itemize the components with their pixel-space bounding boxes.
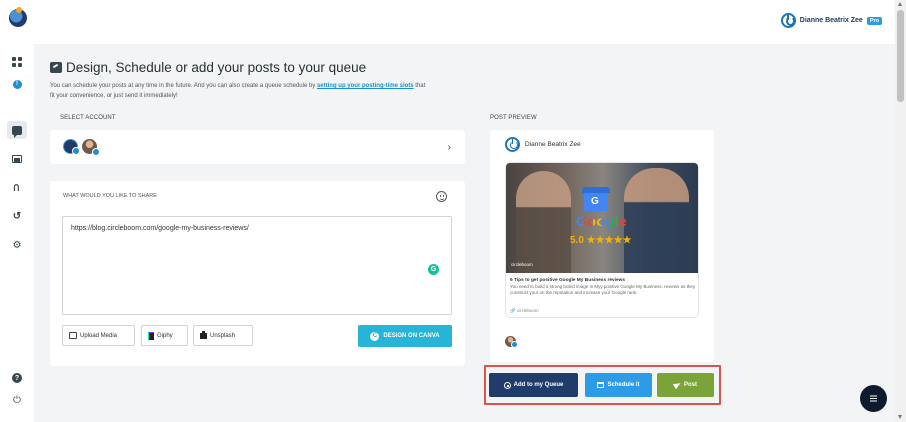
- scroll-down-arrow-icon[interactable]: [898, 415, 902, 419]
- sidebar-item-help[interactable]: ?: [10, 371, 24, 385]
- schedule-it-button[interactable]: Schedule it: [585, 373, 652, 397]
- link-preview-domain: 🔗 circleboom: [510, 308, 539, 313]
- user-menu[interactable]: Dianne Beatrix Zee Pro: [780, 13, 882, 28]
- image-brand: circleboom: [511, 262, 533, 267]
- schedule-it-label: Schedule it: [607, 382, 640, 388]
- user-name: Dianne Beatrix Zee: [799, 17, 863, 24]
- scroll-up-arrow-icon[interactable]: [898, 2, 902, 6]
- top-bar: Dianne Beatrix Zee Pro: [0, 0, 906, 44]
- info-icon: !: [12, 79, 22, 89]
- page-scrollbar[interactable]: [895, 0, 906, 422]
- emoji-picker-icon[interactable]: [436, 191, 447, 202]
- post-button[interactable]: Post: [657, 373, 714, 397]
- queue-icon: [503, 381, 511, 389]
- subtitle-start: You can schedule your posts at any time …: [50, 83, 317, 89]
- link-preview-text: 5 Tips to get positive Google My Busines…: [510, 278, 696, 296]
- account-selector[interactable]: ›: [50, 130, 465, 164]
- chevron-right-icon[interactable]: ›: [448, 142, 451, 153]
- unsplash-button[interactable]: Unsplash: [193, 325, 253, 346]
- giphy-icon: [148, 331, 154, 340]
- send-icon: [672, 380, 683, 390]
- preview-account-avatar: [505, 336, 518, 348]
- share-panel: WHAT WOULD YOU LIKE TO SHARE G Upload Me…: [50, 181, 465, 366]
- preview-user: Dianne Beatrix Zee: [505, 137, 581, 152]
- post-text-input[interactable]: [62, 216, 452, 315]
- account-avatar-profile[interactable]: [82, 139, 100, 156]
- power-icon: ⏻: [13, 394, 21, 406]
- image-upload-icon: [69, 332, 77, 339]
- unsplash-icon: [200, 330, 207, 339]
- add-to-queue-button[interactable]: Add to my Queue: [489, 373, 578, 397]
- post-preview-label: POST PREVIEW: [490, 115, 537, 121]
- post-label: Post: [683, 382, 697, 388]
- canva-label: DESIGN ON CANVA: [383, 333, 440, 339]
- link-preview-card[interactable]: Google 5.0 ★★★★★ circleboom 5 Tips to ge…: [505, 162, 699, 318]
- left-sidebar: ! ⊃ ↺ ⚙ ? ⏻: [0, 44, 34, 422]
- canva-icon: C: [370, 331, 380, 341]
- scrollbar-thumb[interactable]: [897, 10, 904, 102]
- sidebar-item-history[interactable]: ↺: [10, 209, 24, 223]
- compose-title-icon: [50, 62, 62, 73]
- hamburger-menu-icon: [870, 397, 877, 400]
- pro-badge: Pro: [866, 16, 882, 25]
- page-title: Design, Schedule or add your posts to yo…: [66, 60, 367, 75]
- unsplash-label: Unsplash: [210, 332, 236, 339]
- posting-time-slots-link[interactable]: setting up your posting-time slots: [317, 83, 414, 89]
- sidebar-item-rss[interactable]: ⊃: [10, 180, 24, 194]
- grammarly-icon[interactable]: G: [428, 264, 439, 275]
- sidebar-item-settings[interactable]: ⚙: [10, 238, 24, 252]
- image-rating: 5.0 ★★★★★: [570, 235, 632, 246]
- link-preview-image: Google 5.0 ★★★★★ circleboom: [506, 163, 698, 273]
- sidebar-item-info[interactable]: !: [10, 77, 24, 91]
- page-title-row: Design, Schedule or add your posts to yo…: [50, 60, 366, 75]
- queue-list-icon: [12, 155, 22, 163]
- share-label: WHAT WOULD YOU LIKE TO SHARE: [63, 193, 157, 199]
- giphy-label: Giphy: [157, 332, 173, 339]
- preview-user-name: Dianne Beatrix Zee: [525, 141, 581, 148]
- compose-post-icon: [12, 125, 22, 138]
- sidebar-item-dashboard[interactable]: [10, 55, 24, 69]
- rss-icon: ⊃: [11, 182, 23, 192]
- dashboard-grid-icon: [12, 57, 22, 67]
- select-account-label: SELECT ACCOUNT: [60, 115, 116, 121]
- help-icon: ?: [12, 373, 22, 383]
- sidebar-item-queue[interactable]: [10, 152, 24, 166]
- link-preview-description: You need to build a strong brand image i…: [510, 284, 696, 295]
- add-to-queue-label: Add to my Queue: [513, 382, 564, 388]
- google-word-text: Google: [576, 213, 628, 229]
- page-subtitle: You can schedule your posts at any time …: [50, 81, 430, 101]
- upload-media-label: Upload Media: [80, 332, 118, 339]
- google-wordmark: Google: [576, 213, 627, 229]
- user-avatar-icon: [780, 13, 796, 28]
- image-person-right: [624, 168, 689, 273]
- preview-avatar-icon: [505, 137, 520, 152]
- circleboom-logo-icon[interactable]: [9, 7, 27, 27]
- history-icon: ↺: [12, 210, 22, 222]
- calendar-icon: [597, 382, 605, 388]
- google-my-business-icon: [582, 187, 610, 211]
- upload-media-button[interactable]: Upload Media: [62, 325, 135, 346]
- sidebar-item-compose[interactable]: [7, 121, 27, 139]
- image-person-left: [516, 171, 571, 273]
- settings-gear-icon: ⚙: [12, 239, 22, 251]
- giphy-button[interactable]: Giphy: [141, 325, 188, 346]
- floating-menu-button[interactable]: [860, 385, 887, 412]
- sidebar-item-logout[interactable]: ⏻: [10, 393, 24, 407]
- account-avatar-page[interactable]: [63, 139, 80, 155]
- design-on-canva-button[interactable]: C DESIGN ON CANVA: [358, 325, 452, 347]
